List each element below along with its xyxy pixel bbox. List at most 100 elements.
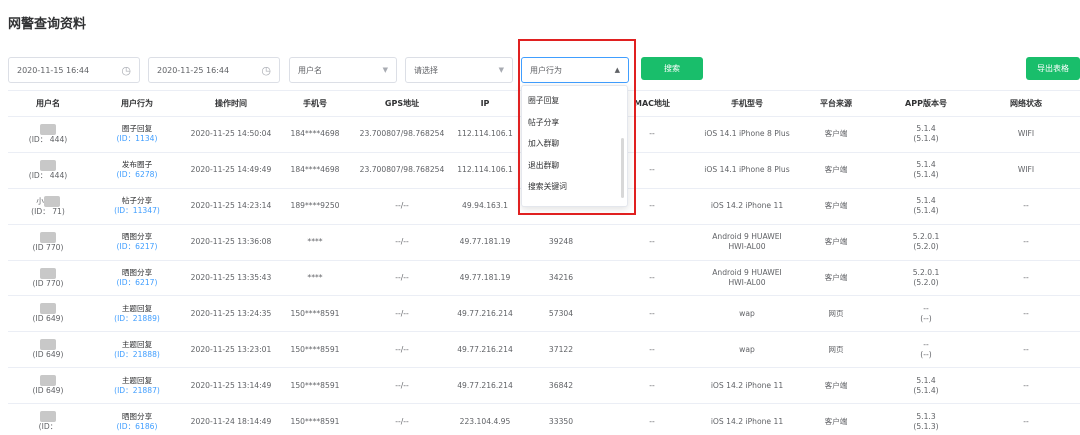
ip-address: 49.77.216.214: [457, 308, 513, 318]
table-cell: 帖子分享 (ID：11347): [88, 196, 186, 216]
table-cell: --: [602, 237, 702, 247]
table-row[interactable]: (ID 649) 主题回复 (ID：21888) 2020-11-25 13:23:0…: [8, 332, 1080, 369]
redacted-avatar: [40, 267, 56, 279]
table-cell: iOS 14.1 iPhone 8 Plus: [702, 165, 792, 175]
platform-source: 客户端: [824, 165, 848, 175]
phone-number: 184****4698: [290, 129, 340, 139]
mac-address: --: [649, 201, 655, 211]
table-row[interactable]: (ID 770) 晒图分享 (ID：6217) 2020-11-25 13:35:43…: [8, 261, 1080, 297]
table-cell: 2020-11-25 13:14:49: [186, 381, 276, 391]
platform-source: 网页: [828, 308, 844, 318]
dropdown-option[interactable]: 帖子分享: [522, 112, 627, 134]
clock-icon: ◷: [121, 63, 131, 77]
table-cell: 客户端: [792, 201, 880, 211]
app-version-sub: (5.2.0): [913, 278, 939, 287]
gps-address: --/--: [395, 344, 409, 354]
table-cell: (ID 649): [8, 375, 88, 396]
behavior-select[interactable]: 用户行为 ▲: [521, 57, 629, 83]
platform-source: 客户端: [824, 201, 848, 211]
table-cell: wap: [702, 345, 792, 355]
table-cell: --/--: [354, 381, 450, 391]
dropdown-option[interactable]: 圈子回复: [522, 90, 627, 112]
action-id-link[interactable]: (ID：21887): [88, 386, 186, 396]
table-row[interactable]: (ID 649) 主题回复 (ID：21889) 2020-11-25 13:24:3…: [8, 296, 1080, 333]
app-version: 5.1.4: [916, 160, 936, 170]
action-id-link[interactable]: (ID：6217): [88, 242, 186, 252]
user-prefix: 小: [36, 196, 44, 206]
action-id-link[interactable]: (ID：6186): [88, 422, 186, 432]
field-select[interactable]: 用户名 ▼: [289, 57, 397, 83]
table-cell: 49.77.181.19: [450, 237, 520, 247]
table-cell: -- (--): [880, 304, 972, 324]
table-cell: 36842: [520, 381, 602, 391]
table-cell: 184****4698: [276, 165, 354, 175]
table-cell: 34216: [520, 273, 602, 283]
platform-source: 客户端: [824, 237, 848, 247]
table-cell: ****: [276, 273, 354, 283]
table-row[interactable]: (ID 770) 晒图分享 (ID：6217) 2020-11-25 13:36:08…: [8, 225, 1080, 261]
mac-address: --: [649, 237, 655, 247]
column-header: 操作时间: [215, 99, 247, 108]
dropdown-option[interactable]: 退出群聊: [522, 155, 627, 177]
platform-source: 客户端: [824, 380, 848, 390]
table-cell: 晒图分享 (ID：6217): [88, 268, 186, 288]
table-cell: 37122: [520, 345, 602, 355]
table-cell: (ID 649): [8, 339, 88, 360]
start-date-picker[interactable]: 2020-11-15 16:44 ◷: [8, 57, 140, 83]
table-row[interactable]: (ID： 晒图分享 (ID：6186) 2020-11-24 18:14:49 150*…: [8, 404, 1080, 435]
table-cell: 150****8591: [276, 345, 354, 355]
table-cell: 49.77.216.214: [450, 381, 520, 391]
operation-time: 2020-11-25 14:50:04: [190, 129, 272, 139]
chevron-down-icon: ▼: [382, 66, 388, 74]
action-id-link[interactable]: (ID：6278): [88, 170, 186, 180]
dropdown-option[interactable]: 加入群聊: [522, 133, 627, 155]
action-id-link[interactable]: (ID：11347): [88, 206, 186, 216]
phone-number: 150****8591: [290, 344, 340, 354]
operation-time: 2020-11-25 13:24:35: [190, 308, 272, 318]
table-cell: --/--: [354, 309, 450, 319]
field-select-value: 用户名: [298, 65, 322, 75]
port: 39248: [548, 237, 574, 247]
end-date-picker[interactable]: 2020-11-25 16:44 ◷: [148, 57, 280, 83]
action-name: 晒图分享: [121, 232, 153, 242]
table-cell: --: [602, 381, 702, 391]
dropdown-scrollbar[interactable]: [621, 138, 624, 198]
value-select[interactable]: 请选择 ▼: [405, 57, 513, 83]
app-version: 5.2.0.1: [912, 232, 940, 242]
table-cell: 主题回复 (ID：21887): [88, 376, 186, 396]
phone-model: Android 9 HUAWEI HWI-AL00: [712, 268, 782, 287]
phone-number: 150****8591: [290, 380, 340, 390]
action-id-link[interactable]: (ID：6217): [88, 278, 186, 288]
phone-model: iOS 14.2 iPhone 11: [710, 201, 784, 211]
user-id: (ID 649): [32, 386, 64, 396]
table-cell: 5.1.3 (5.1.3): [880, 412, 972, 432]
table-cell: 2020-11-24 18:14:49: [186, 417, 276, 427]
search-button[interactable]: 搜索: [641, 57, 703, 80]
table-row[interactable]: (ID 649) 主题回复 (ID：21887) 2020-11-25 13:14:4…: [8, 368, 1080, 405]
ip-address: 49.77.181.19: [459, 273, 511, 282]
app-version: --: [923, 339, 929, 349]
table-cell: 5.2.0.1 (5.2.0): [880, 268, 972, 288]
table-cell: (ID 770): [8, 231, 88, 253]
export-button[interactable]: 导出表格: [1026, 57, 1080, 80]
table-cell: Android 9 HUAWEI HWI-AL00: [702, 232, 792, 252]
table-cell: iOS 14.1 iPhone 8 Plus: [702, 129, 792, 139]
network-status: WIFI: [1017, 129, 1035, 139]
action-id-link[interactable]: (ID：21888): [88, 350, 186, 360]
table-cell: 客户端: [792, 273, 880, 283]
network-status: --: [1023, 308, 1029, 318]
action-name: 晒图分享: [121, 268, 153, 277]
table-cell: 圈子回复 (ID：1134): [88, 124, 186, 144]
action-id-link[interactable]: (ID：21889): [88, 314, 186, 324]
action-id-link[interactable]: (ID：1134): [88, 134, 186, 144]
table-cell: -- (--): [880, 340, 972, 360]
table-cell: --: [972, 201, 1080, 211]
phone-model: iOS 14.2 iPhone 11: [710, 416, 784, 426]
table-cell: 2020-11-25 13:24:35: [186, 309, 276, 319]
mac-address: --: [649, 273, 655, 282]
action-name: 主题回复: [121, 303, 153, 313]
platform-source: 客户端: [824, 416, 848, 426]
platform-source: 客户端: [824, 273, 848, 282]
dropdown-option[interactable]: 搜索关键词: [522, 176, 627, 198]
table-cell: wap: [702, 309, 792, 319]
